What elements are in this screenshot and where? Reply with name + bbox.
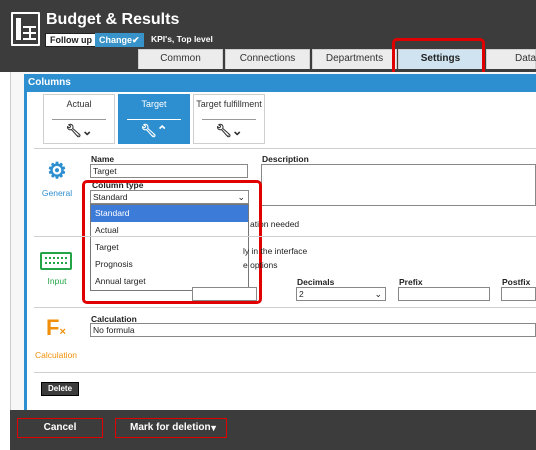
column-type-select[interactable]: Standard ⌄	[90, 190, 249, 204]
column-type-label: Column type	[92, 180, 144, 190]
tab-common[interactable]: Common	[138, 49, 223, 69]
gears-icon: ⚙︎	[47, 158, 67, 183]
mark-for-deletion-button[interactable]: Mark for deletion ▼	[115, 418, 227, 438]
column-tab-target-label: Target	[141, 99, 167, 109]
postfix-label: Postfix	[502, 277, 531, 287]
column-tab-target[interactable]: Target 🔧︎⌃	[118, 94, 190, 144]
interface-text: ly in the interface	[243, 246, 308, 256]
change-button[interactable]: Change✔	[95, 33, 144, 47]
calculation-section-label: Calculation	[34, 350, 78, 360]
wrench-chevron-up-icon: 🔧︎⌃	[140, 123, 168, 138]
column-type-dropdown: Standard Actual Target Prognosis Annual …	[90, 204, 249, 291]
divider	[34, 372, 536, 373]
app-logo-icon	[11, 12, 40, 46]
option-prognosis[interactable]: Prognosis	[91, 256, 248, 273]
postfix-field[interactable]	[501, 287, 536, 301]
column-type-value: Standard	[93, 192, 128, 202]
column-tab-actual-label: Actual	[66, 99, 92, 109]
input-section-label: Input	[47, 276, 67, 286]
wrench-chevron-icon: 🔧︎⌄	[215, 123, 243, 138]
decimals-select[interactable]: 2 ⌄	[296, 287, 386, 301]
caret-down-icon: ▼	[209, 423, 218, 433]
chevron-down-icon: ⌄	[237, 192, 245, 202]
description-field[interactable]	[261, 164, 536, 206]
divider	[34, 148, 536, 149]
description-label: Description	[262, 154, 309, 164]
delete-column-button[interactable]: Delete	[41, 382, 80, 396]
tab-data[interactable]: Data	[486, 49, 536, 69]
column-tab-actual[interactable]: Actual 🔧︎⌄	[43, 94, 115, 144]
kpi-level-label: KPI's, Top level	[151, 34, 213, 44]
option-standard[interactable]: Standard	[91, 205, 248, 222]
divider	[34, 236, 536, 237]
cancel-button[interactable]: Cancel	[17, 418, 103, 438]
input-field[interactable]	[192, 287, 257, 301]
keyboard-icon	[40, 252, 72, 270]
mark-for-deletion-label: Mark for deletion	[130, 422, 211, 433]
decimals-value: 2	[299, 289, 304, 299]
general-section-label: General	[41, 188, 73, 198]
name-field[interactable]: Target	[90, 164, 248, 178]
column-tab-target-fulfillment[interactable]: Target fulfillment 🔧︎⌄	[193, 94, 265, 144]
decimals-label: Decimals	[297, 277, 335, 287]
name-label: Name	[91, 154, 115, 164]
prefix-field[interactable]	[398, 287, 490, 301]
tab-departments[interactable]: Departments	[312, 49, 397, 69]
wrench-chevron-icon: 🔧︎⌄	[65, 123, 93, 138]
columns-header: Columns	[24, 74, 536, 92]
calculation-formula-field[interactable]: No formula	[90, 323, 536, 337]
calculation-needed-text: ation needed	[250, 219, 300, 229]
tab-connections[interactable]: Connections	[225, 49, 310, 69]
chevron-down-icon: ⌄	[374, 289, 382, 299]
tab-settings[interactable]: Settings	[398, 49, 483, 69]
option-target[interactable]: Target	[91, 239, 248, 256]
follow-up-button[interactable]: Follow up	[45, 33, 97, 47]
app-title: Budget & Results	[46, 11, 180, 28]
options-text: e options	[243, 260, 278, 270]
column-tab-fulfillment-label: Target fulfillment	[196, 99, 262, 109]
divider	[34, 307, 536, 308]
prefix-label: Prefix	[399, 277, 423, 287]
formula-icon: F×	[46, 315, 66, 340]
